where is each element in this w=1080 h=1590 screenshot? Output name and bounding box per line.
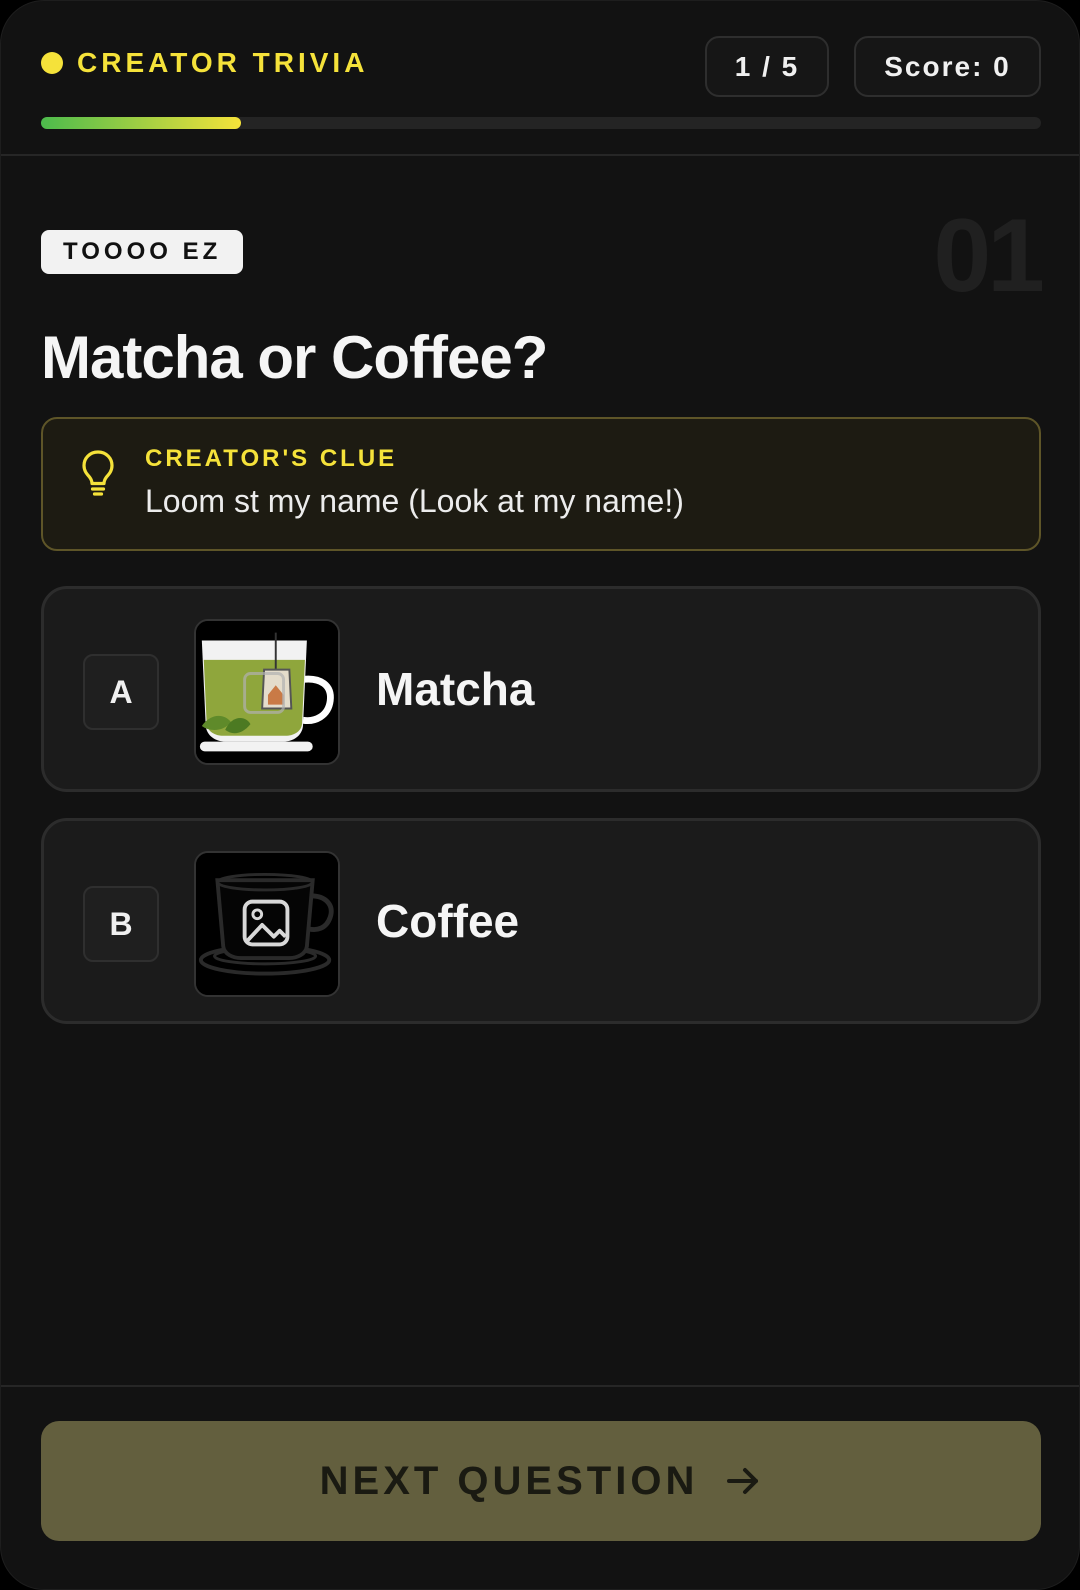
next-question-button[interactable]: NEXT QUESTION	[41, 1421, 1041, 1541]
arrow-right-icon	[727, 1468, 759, 1494]
header: CREATOR TRIVIA 1 / 5 Score: 0	[1, 1, 1079, 156]
brand-label: CREATOR TRIVIA	[77, 47, 369, 78]
question-counter: 1 / 5	[705, 36, 829, 97]
answer-option-b[interactable]: B Coffee	[41, 818, 1041, 1024]
creator-clue-box: CREATOR'S CLUE Loom st my name (Look at …	[41, 417, 1041, 551]
clue-text: Loom st my name (Look at my name!)	[145, 483, 684, 519]
trivia-card: CREATOR TRIVIA 1 / 5 Score: 0 TOOOO EZ 0…	[0, 0, 1080, 1590]
status-dot-icon	[41, 52, 63, 74]
option-letter: B	[83, 886, 159, 962]
lightbulb-icon	[82, 450, 114, 496]
option-label: Coffee	[376, 895, 520, 947]
difficulty-badge: TOOOO EZ	[41, 230, 244, 274]
brand: CREATOR TRIVIA	[41, 47, 368, 79]
progress-fill	[41, 117, 241, 129]
matcha-cup-image	[194, 619, 340, 765]
answer-option-a[interactable]: A Matcha	[41, 586, 1041, 792]
option-label: Matcha	[376, 663, 535, 715]
question-title: Matcha or Coffee?	[41, 324, 548, 391]
clue-title: CREATOR'S CLUE	[145, 445, 398, 472]
coffee-cup-image	[194, 851, 340, 997]
score-badge: Score: 0	[854, 36, 1041, 97]
footer: NEXT QUESTION	[1, 1385, 1079, 1589]
question-number: 01	[933, 198, 1045, 314]
next-question-label: NEXT QUESTION	[319, 1458, 699, 1503]
progress-bar	[41, 117, 1041, 129]
option-letter: A	[83, 654, 159, 730]
